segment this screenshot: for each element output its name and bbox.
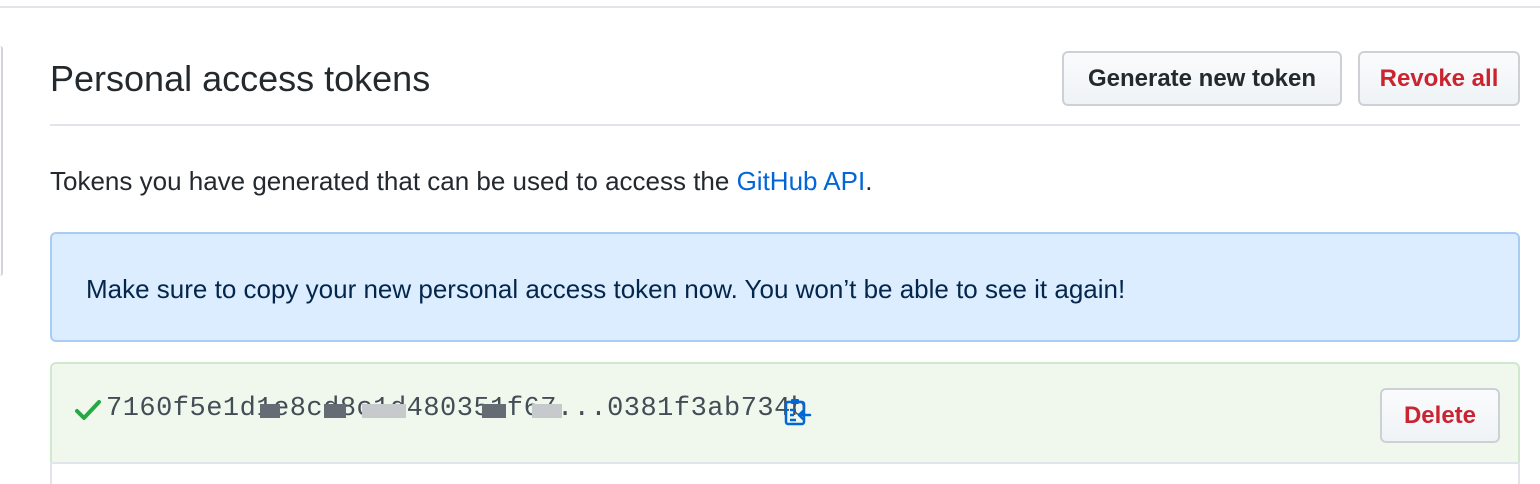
- flash-notice: Make sure to copy your new personal acce…: [50, 232, 1520, 342]
- delete-token-button[interactable]: Delete: [1380, 388, 1500, 443]
- clipboard-copy-icon[interactable]: [782, 396, 814, 428]
- intro-text-before: Tokens you have generated that can be us…: [50, 166, 737, 196]
- redaction-block: [532, 404, 562, 418]
- revoke-all-button[interactable]: Revoke all: [1358, 51, 1520, 106]
- redaction-block: [482, 404, 506, 418]
- page-title: Personal access tokens: [50, 58, 431, 99]
- sidebar-edge: [0, 46, 3, 276]
- token-list-bottom: [50, 462, 1520, 484]
- intro-text: Tokens you have generated that can be us…: [50, 166, 872, 197]
- flash-message: Make sure to copy your new personal acce…: [86, 274, 1126, 304]
- page-header: Personal access tokens Generate new toke…: [50, 50, 1520, 126]
- generate-new-token-button[interactable]: Generate new token: [1062, 51, 1342, 106]
- top-divider: [0, 6, 1540, 8]
- github-api-link[interactable]: GitHub API: [737, 166, 866, 196]
- redaction-block: [362, 404, 406, 418]
- token-value[interactable]: 7160f5e1d1e8cd8c1d480351f67...0381f3ab73…: [106, 394, 808, 424]
- redaction-block: [260, 404, 280, 418]
- check-icon: [75, 400, 101, 420]
- token-row: 7160f5e1d1e8cd8c1d480351f67...0381f3ab73…: [50, 362, 1520, 464]
- redaction-block: [324, 404, 346, 418]
- intro-text-after: .: [865, 166, 873, 196]
